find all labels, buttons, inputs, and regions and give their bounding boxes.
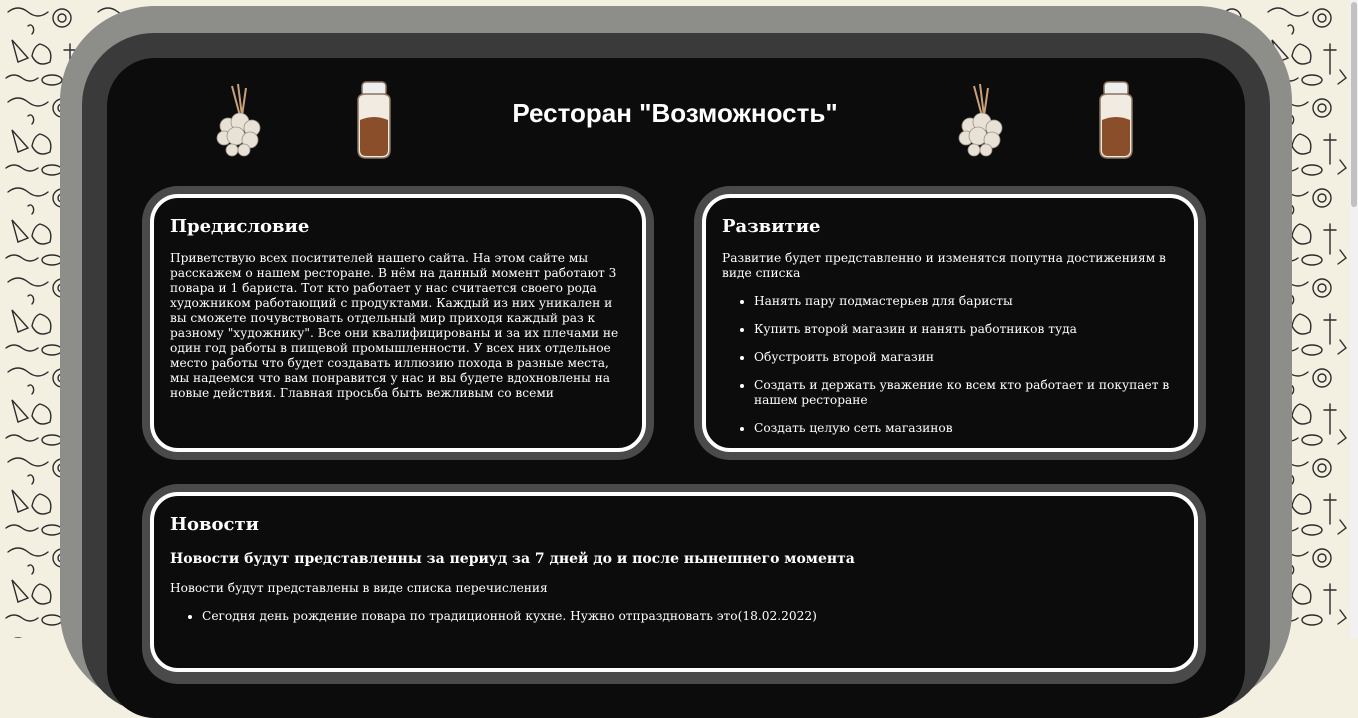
list-item: Создать целую сеть магазинов xyxy=(754,421,1178,436)
list-item: Купить второй магазин и нанять работнико… xyxy=(754,322,1178,337)
herb-bundle-icon xyxy=(958,83,1003,157)
news-intro: Новости будут представлены в виде списка… xyxy=(170,581,548,595)
page-title: Ресторан "Возможность" xyxy=(512,98,838,128)
preface-title: Предисловие xyxy=(170,216,310,237)
development-intro: Развитие будет представленно и изменятся… xyxy=(722,251,1166,280)
scrollbar-thumb[interactable] xyxy=(1351,2,1357,207)
spice-jar-icon xyxy=(1099,81,1133,159)
spice-jar-icon xyxy=(357,81,391,159)
development-list: Нанять пару подмастерьев для баристы Куп… xyxy=(722,294,1178,436)
preface-card: Предисловие Приветствую всех поситителей… xyxy=(150,194,646,452)
news-title: Новости xyxy=(170,514,259,535)
list-item: Сегодня день рождение повара по традицио… xyxy=(202,609,1178,624)
preface-text: Приветствую всех поситителей нашего сайт… xyxy=(170,251,619,400)
news-card: Новости Новости будут представленны за п… xyxy=(150,492,1198,672)
news-list: Сегодня день рождение повара по традицио… xyxy=(170,609,1178,624)
news-subtitle: Новости будут представленны за периуд за… xyxy=(170,551,855,567)
herb-bundle-icon xyxy=(216,83,261,157)
list-item: Создать и держать уважение ко всем кто р… xyxy=(754,378,1178,408)
development-card: Развитие Развитие будет представленно и … xyxy=(702,194,1198,452)
list-item: Нанять пару подмастерьев для баристы xyxy=(754,294,1178,309)
list-item: Обустроить второй магазин xyxy=(754,350,1178,365)
development-title: Развитие xyxy=(722,216,821,237)
vertical-scrollbar[interactable] xyxy=(1350,0,1358,638)
